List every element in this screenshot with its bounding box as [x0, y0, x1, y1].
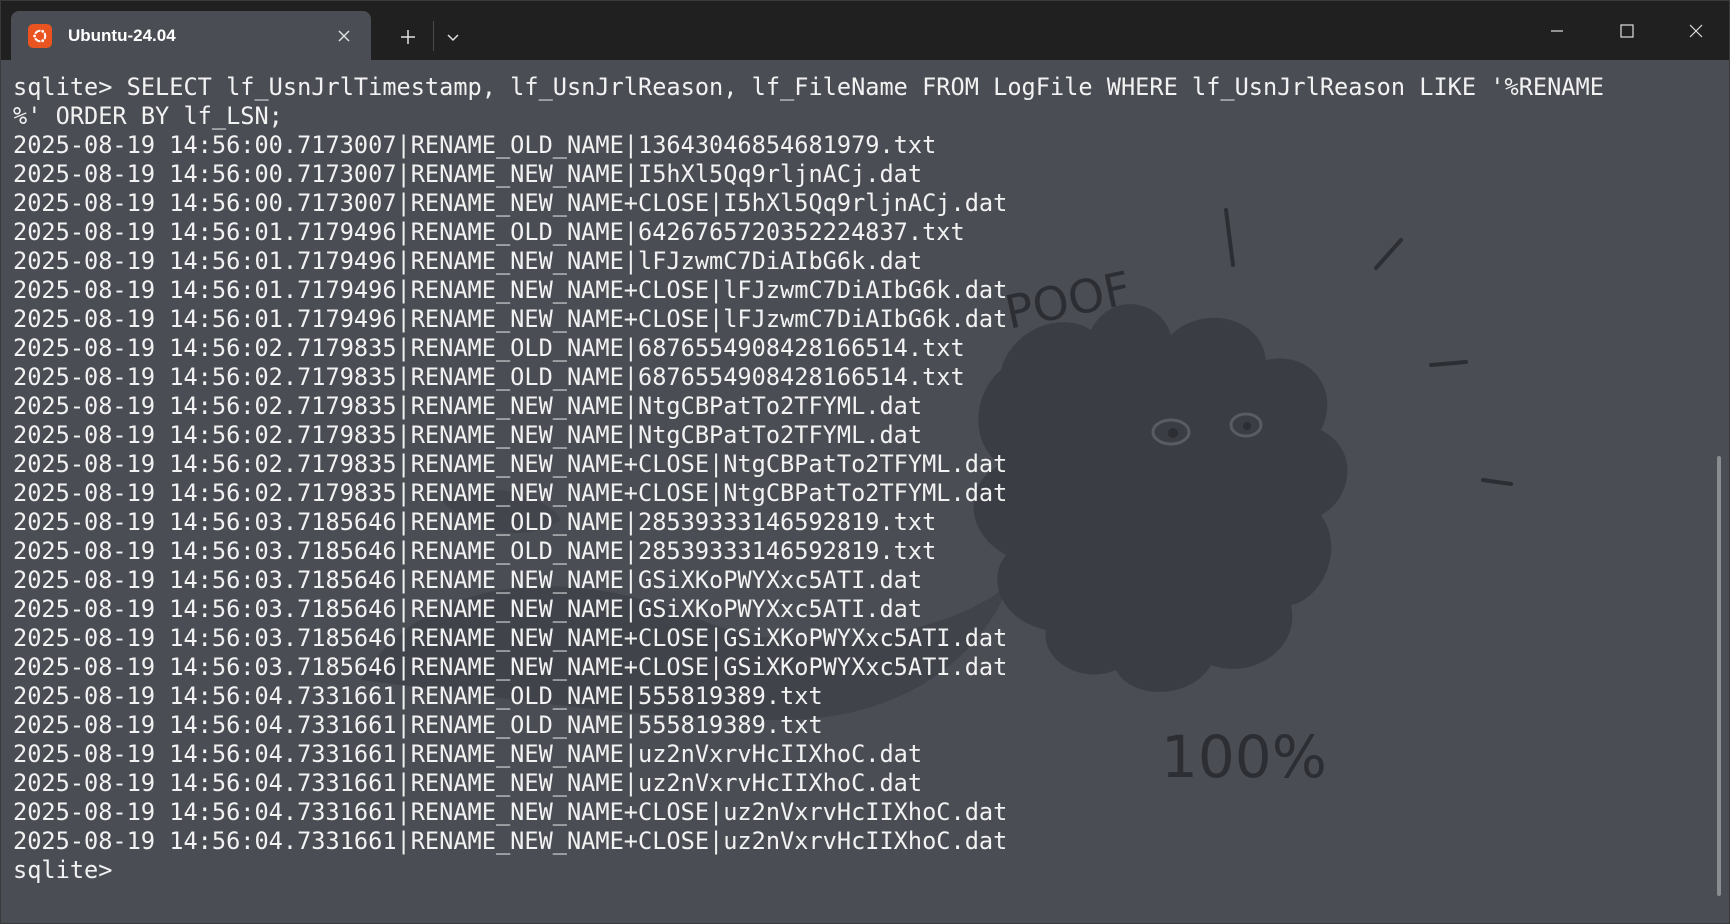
terminal-line: 2025-08-19 14:56:01.7179496|RENAME_NEW_N…	[13, 276, 1008, 304]
close-tab-icon[interactable]	[331, 23, 357, 49]
terminal-line: 2025-08-19 14:56:01.7179496|RENAME_NEW_N…	[13, 247, 923, 275]
tab-title: Ubuntu-24.04	[68, 25, 176, 45]
tab-ubuntu[interactable]: Ubuntu-24.04	[11, 11, 371, 60]
terminal-line: 2025-08-19 14:56:03.7185646|RENAME_NEW_N…	[13, 653, 1008, 681]
terminal-line: 2025-08-19 14:56:04.7331661|RENAME_OLD_N…	[13, 682, 823, 710]
title-bar[interactable]: Ubuntu-24.04	[1, 1, 1729, 60]
terminal-output[interactable]: sqlite> SELECT lf_UsnJrlTimestamp, lf_Us…	[1, 60, 1701, 923]
terminal-line: 2025-08-19 14:56:00.7173007|RENAME_NEW_N…	[13, 160, 923, 188]
terminal-line: 2025-08-19 14:56:01.7179496|RENAME_NEW_N…	[13, 305, 1008, 333]
ubuntu-logo-icon	[28, 23, 52, 48]
terminal-line: 2025-08-19 14:56:03.7185646|RENAME_NEW_N…	[13, 624, 1008, 652]
maximize-icon[interactable]	[1592, 1, 1662, 60]
terminal-line: 2025-08-19 14:56:03.7185646|RENAME_NEW_N…	[13, 566, 923, 594]
terminal-line: 2025-08-19 14:56:03.7185646|RENAME_NEW_N…	[13, 595, 923, 623]
terminal-line: sqlite> SELECT lf_UsnJrlTimestamp, lf_Us…	[13, 73, 1604, 101]
terminal-window: Ubuntu-24.04 POOF 100% sqlite> SELECT lf…	[0, 0, 1730, 924]
terminal-line: 2025-08-19 14:56:04.7331661|RENAME_OLD_N…	[13, 711, 823, 739]
terminal-line: %' ORDER BY lf_LSN;	[13, 102, 283, 130]
terminal-line: 2025-08-19 14:56:02.7179835|RENAME_OLD_N…	[13, 363, 965, 391]
sqlite-prompt: sqlite>	[13, 856, 127, 884]
minimize-icon[interactable]	[1522, 1, 1592, 60]
terminal-line: 2025-08-19 14:56:02.7179835|RENAME_NEW_N…	[13, 450, 1008, 478]
terminal-line: 2025-08-19 14:56:00.7173007|RENAME_NEW_N…	[13, 189, 1008, 217]
terminal-line: 2025-08-19 14:56:04.7331661|RENAME_NEW_N…	[13, 798, 1008, 826]
terminal-line: 2025-08-19 14:56:04.7331661|RENAME_NEW_N…	[13, 769, 923, 797]
terminal-line: 2025-08-19 14:56:02.7179835|RENAME_NEW_N…	[13, 421, 923, 449]
close-window-icon[interactable]	[1661, 1, 1729, 60]
terminal-line: 2025-08-19 14:56:02.7179835|RENAME_NEW_N…	[13, 392, 923, 420]
terminal-line: 2025-08-19 14:56:03.7185646|RENAME_OLD_N…	[13, 537, 937, 565]
terminal-line: 2025-08-19 14:56:02.7179835|RENAME_OLD_N…	[13, 334, 965, 362]
terminal-line: 2025-08-19 14:56:04.7331661|RENAME_NEW_N…	[13, 827, 1008, 855]
terminal-line: 2025-08-19 14:56:00.7173007|RENAME_OLD_N…	[13, 131, 937, 159]
tab-separator	[433, 21, 434, 51]
terminal-line: 2025-08-19 14:56:03.7185646|RENAME_OLD_N…	[13, 508, 937, 536]
terminal-line: 2025-08-19 14:56:02.7179835|RENAME_NEW_N…	[13, 479, 1008, 507]
scrollbar[interactable]	[1717, 456, 1721, 896]
chevron-down-icon[interactable]	[435, 19, 471, 55]
terminal-line: 2025-08-19 14:56:01.7179496|RENAME_OLD_N…	[13, 218, 965, 246]
terminal-line: 2025-08-19 14:56:04.7331661|RENAME_NEW_N…	[13, 740, 923, 768]
new-tab-icon[interactable]	[390, 19, 426, 55]
